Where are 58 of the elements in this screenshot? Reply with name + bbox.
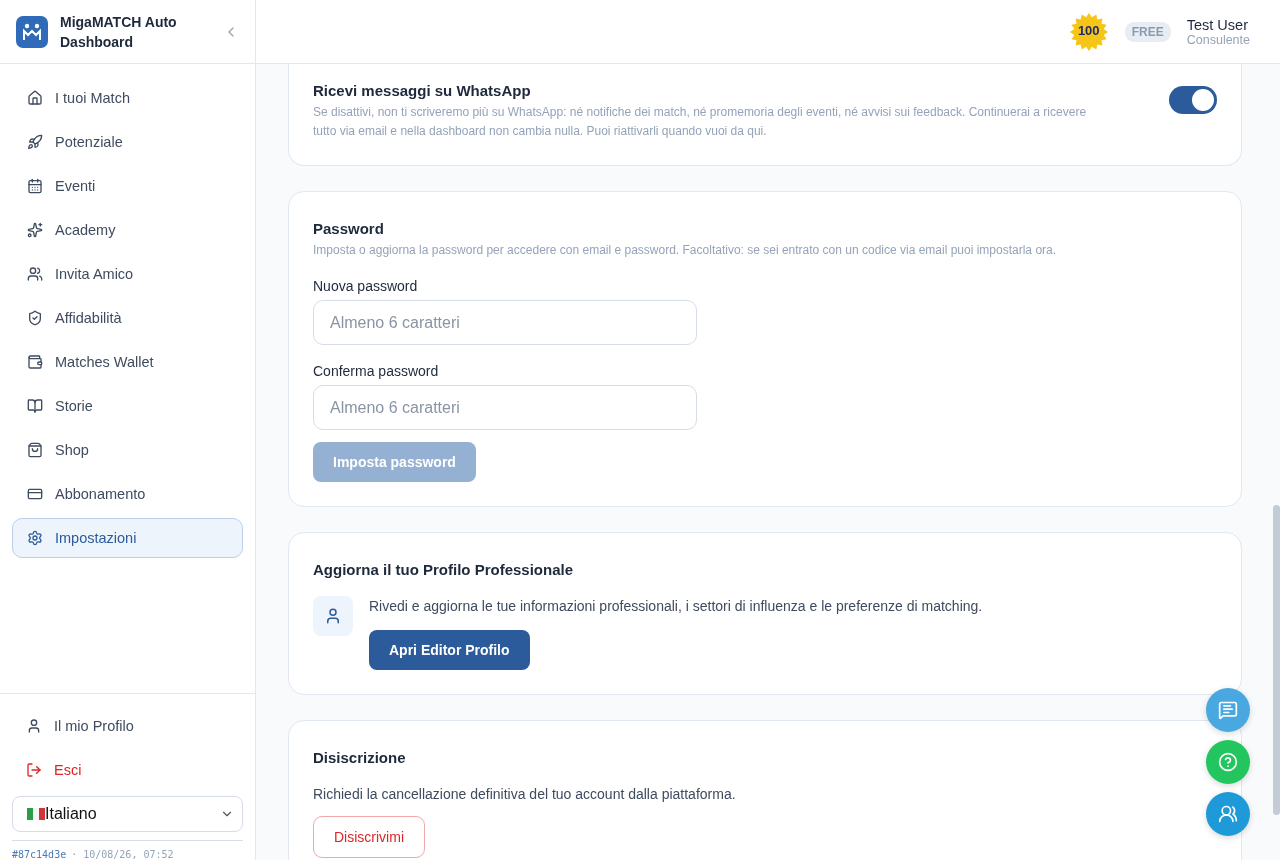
nav-item[interactable]: Il mio Profilo bbox=[12, 706, 243, 746]
nav-item[interactable]: Potenziale bbox=[12, 122, 243, 162]
scrollbar-thumb[interactable] bbox=[1273, 505, 1280, 815]
whatsapp-toggle[interactable] bbox=[1169, 86, 1217, 114]
card-title: Password bbox=[313, 220, 385, 237]
shield-check-icon bbox=[27, 310, 43, 326]
help-icon bbox=[1218, 752, 1238, 772]
book-icon bbox=[27, 398, 43, 414]
credit-card-icon bbox=[27, 486, 43, 502]
seal-icon bbox=[1068, 11, 1109, 52]
card-description: Imposta o aggiorna la password per accedere con email e password. Facoltativo: se sei entrato con un codice via email puoi impostarla ora. bbox=[313, 242, 1058, 259]
user-name: Test User bbox=[1186, 16, 1249, 33]
unsubscribe-button[interactable]: Disiscrivimi bbox=[313, 816, 425, 858]
nav-item[interactable]: Affidabilità bbox=[12, 298, 243, 338]
user-icon bbox=[26, 718, 42, 734]
plan-badge: FREE bbox=[1124, 21, 1171, 42]
card-description: Richiedi la cancellazione definitiva del tuo account dalla piattaforma. bbox=[313, 786, 737, 802]
field-label: Conferma password bbox=[313, 363, 440, 379]
people-icon bbox=[27, 266, 43, 282]
card-title: Aggiorna il tuo Profilo Professionale bbox=[313, 561, 575, 578]
nav-item[interactable]: Storie bbox=[12, 386, 243, 426]
logo-icon bbox=[16, 15, 48, 48]
sparkles-icon bbox=[27, 222, 43, 238]
card-title: Disiscrizione bbox=[313, 749, 407, 766]
user-icon bbox=[313, 596, 353, 636]
build-timestamp: · 10/08/26, 07:52 bbox=[71, 849, 174, 860]
nav-item[interactable]: Eventi bbox=[12, 166, 243, 206]
flag-icon bbox=[27, 808, 45, 820]
nav-item[interactable]: Academy bbox=[12, 210, 243, 250]
chat-icon bbox=[1218, 700, 1238, 720]
nav-item[interactable]: Invita Amico bbox=[12, 254, 243, 294]
setting-title: Ricevi messaggi su WhatsApp bbox=[313, 82, 532, 99]
people-icon bbox=[1218, 804, 1238, 824]
points-count: 100 bbox=[1076, 22, 1101, 38]
logout-icon bbox=[26, 762, 42, 778]
card-description: Rivedi e aggiorna le tue informazioni professionali, i settori di influenza e le preferenze di matching. bbox=[369, 597, 983, 616]
nav-item[interactable]: Abbonamento bbox=[12, 474, 243, 514]
field-label: Nuova password bbox=[313, 278, 419, 294]
nav-item[interactable]: Impostazioni bbox=[12, 518, 243, 558]
nav-item[interactable]: Esci bbox=[12, 750, 243, 790]
chat-button[interactable] bbox=[1206, 688, 1250, 732]
password-field[interactable]: Almeno 6 caratteri bbox=[313, 385, 697, 430]
open-editor-button[interactable]: Apri Editor Profilo bbox=[369, 630, 530, 670]
nav-item[interactable]: Matches Wallet bbox=[12, 342, 243, 382]
build-hash: #87c14d3e bbox=[12, 849, 67, 860]
user-role: Consulente bbox=[1186, 32, 1250, 47]
calendar-icon bbox=[27, 178, 43, 194]
rocket-icon bbox=[27, 134, 43, 150]
setting-description: Se disattivi, non ti scriveremo più su WhatsApp: né notifiche dei match, né promemoria degli eventi, né avvisi sui feedback. Continuerai a ricevere tutto via email e nella dashboard non cambia nulla. Puoi riattivarli quando vuoi da qui. bbox=[313, 104, 1088, 140]
nav-item[interactable]: Shop bbox=[12, 430, 243, 470]
language-select[interactable]: Italiano bbox=[12, 796, 243, 832]
bag-icon bbox=[27, 442, 43, 458]
password-field[interactable]: Almeno 6 caratteri bbox=[313, 300, 697, 345]
nav-item[interactable]: I tuoi Match bbox=[12, 78, 243, 118]
settings-icon bbox=[27, 530, 43, 546]
home-icon bbox=[27, 90, 43, 106]
wallet-icon bbox=[27, 354, 43, 370]
brand-name: MigaMATCH Auto Dashboard bbox=[60, 12, 178, 52]
